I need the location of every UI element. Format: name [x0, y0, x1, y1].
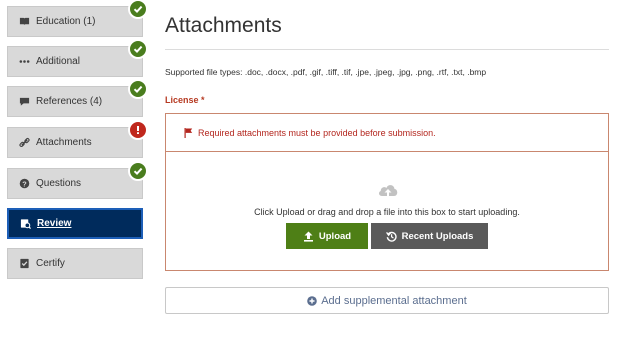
sidebar-item-label: Attachments [36, 137, 92, 148]
add-supplemental-attachment-button[interactable]: Add supplemental attachment [165, 287, 609, 314]
recent-uploads-label: Recent Uploads [401, 230, 474, 242]
sidebar-item-questions[interactable]: ? Questions [7, 161, 148, 199]
drop-instructions: Click Upload or drag and drop a file int… [254, 207, 520, 217]
sidebar-item-label: Review [37, 218, 72, 229]
exclamation-icon [128, 120, 148, 140]
history-icon [385, 231, 397, 242]
checkmark-icon [128, 0, 148, 19]
certify-icon [18, 258, 30, 270]
checkmark-icon [128, 161, 148, 181]
ellipsis-icon [18, 56, 30, 68]
recent-uploads-button[interactable]: Recent Uploads [371, 223, 488, 249]
flag-icon [184, 127, 193, 138]
sidebar-item-certify[interactable]: Certify [7, 248, 143, 279]
add-supplemental-label: Add supplemental attachment [321, 294, 467, 307]
sidebar-item-label: Additional [36, 56, 80, 67]
alert-text: Required attachments must be provided be… [198, 127, 436, 138]
upload-button-label: Upload [318, 230, 352, 242]
sidebar-item-education[interactable]: Education (1) [7, 0, 148, 37]
book-icon [18, 16, 30, 28]
svg-text:?: ? [22, 179, 27, 188]
title-divider [165, 49, 609, 50]
checkmark-icon [128, 79, 148, 99]
license-label: License * [165, 95, 205, 105]
sidebar-item-review[interactable]: Review [7, 208, 143, 239]
sidebar-item-label: References (4) [36, 96, 103, 107]
sidebar-item-label: Education (1) [36, 16, 96, 27]
checkmark-icon [128, 39, 148, 59]
question-icon: ? [18, 178, 30, 190]
file-drop-zone[interactable]: Click Upload or drag and drop a file int… [165, 151, 609, 271]
cloud-upload-icon [378, 185, 398, 196]
supported-file-types: Supported file types: .doc, .docx, .pdf,… [165, 67, 487, 77]
page-title: Attachments [165, 14, 282, 37]
required-attachment-alert: Required attachments must be provided be… [165, 113, 609, 152]
sidebar-item-additional[interactable]: Additional [7, 39, 148, 77]
upload-icon [303, 231, 313, 242]
sidebar-item-label: Questions [36, 178, 82, 189]
link-icon [18, 137, 30, 149]
sidebar-item-references[interactable]: References (4) [7, 79, 148, 117]
sidebar-item-label: Certify [36, 258, 65, 269]
sidebar-item-attachments[interactable]: Attachments [7, 120, 148, 158]
speech-bubble-icon [18, 96, 30, 108]
plus-circle-icon [307, 295, 318, 306]
upload-button[interactable]: Upload [286, 223, 368, 249]
review-icon [19, 218, 31, 230]
